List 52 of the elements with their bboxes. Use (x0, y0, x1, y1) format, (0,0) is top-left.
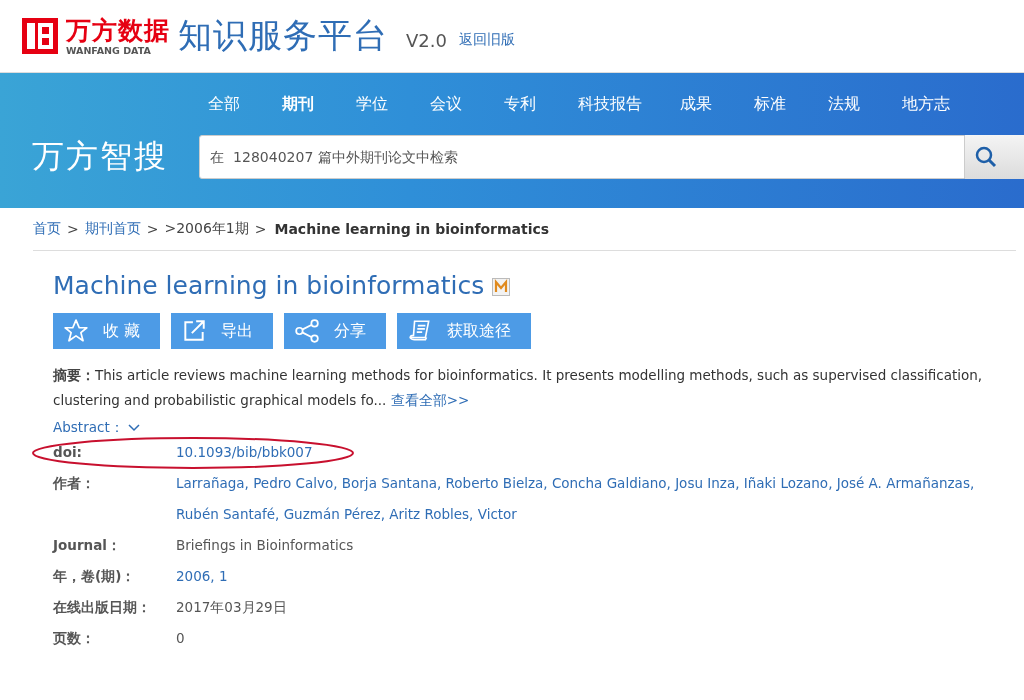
breadcrumb-current: Machine learning in bioinformatics (274, 221, 550, 237)
nav-tab[interactable]: 地方志 (902, 93, 950, 115)
version-label: V2.0 (406, 29, 447, 51)
platform-title: 知识服务平台 (178, 14, 388, 57)
breadcrumb-separator: > (254, 221, 267, 237)
field-label: Journal： (53, 536, 122, 555)
field-value: 2017年03月29日 (176, 598, 287, 617)
breadcrumb-separator: > (146, 221, 159, 237)
field-value: 0 (176, 629, 185, 648)
nav-tab[interactable]: 全部 (208, 93, 240, 115)
m-badge-icon (492, 278, 511, 296)
old-version-link[interactable]: 返回旧版 (458, 31, 515, 49)
field-link[interactable]: 2006, 1 (176, 561, 228, 592)
search-icon (974, 146, 997, 168)
field-link[interactable]: 10.1093/bib/bbk007 (176, 437, 313, 468)
view-all-link[interactable]: 查看全部>> (390, 392, 470, 408)
nav-tab[interactable]: 学位 (356, 93, 388, 115)
share-icon (294, 318, 321, 344)
abstract-text: 摘要：This article reviews machine learning methods for bioinformatics. It presents modelling methods, such as supervised classification, clustering and probabilistic graphical models fo... 查看全部>> (53, 366, 984, 410)
field-label: 作者： (53, 474, 96, 493)
action-button[interactable]: 收 藏 (53, 313, 161, 349)
action-button[interactable]: 导出 (171, 313, 274, 349)
field-label: 页数： (53, 629, 96, 648)
action-button[interactable]: 获取途径 (397, 313, 532, 349)
nav-tab[interactable]: 期刊 (282, 93, 314, 115)
search-field[interactable]: 在 128040207 篇中外期刊论文中检索 (199, 135, 965, 179)
export-icon (181, 318, 208, 344)
chevron-down-icon (127, 424, 140, 432)
breadcrumb-link[interactable]: 期刊首页 (84, 220, 141, 238)
breadcrumb-item: >2006年1期 (164, 220, 249, 238)
logo-subtitle: WANFANG DATA (66, 44, 152, 56)
logo-icon (22, 18, 58, 54)
action-button[interactable]: 分享 (284, 313, 387, 349)
abstract-toggle[interactable]: Abstract： (53, 419, 140, 437)
star-icon (63, 318, 89, 344)
logo-text: 万方数据 (66, 16, 170, 45)
nav-tab[interactable]: 标准 (754, 93, 786, 115)
field-label: doi: (53, 443, 83, 462)
breadcrumb-separator: > (67, 221, 79, 237)
field-link[interactable]: Larrañaga, Pedro Calvo, Borja Santana, Roberto Bielza, Concha Galdiano, Josu Inza, Iñaki Lozano, José A. Armañanzas, Rubén Santafé, Guzmán Pérez, Aritz Robles, Victor (176, 468, 1004, 530)
nav-tab[interactable]: 会议 (430, 93, 462, 115)
breadcrumb-link[interactable]: 首页 (33, 220, 61, 238)
nav-tab[interactable]: 科技报告 (578, 93, 642, 115)
nav-tab[interactable]: 专利 (504, 93, 536, 115)
article-title: Machine learning in bioinformatics (53, 270, 485, 300)
field-value: Briefings in Bioinformatics (176, 536, 354, 555)
search-button[interactable] (964, 135, 1024, 179)
search-brand: 万方智搜 (32, 136, 169, 177)
nav-tab[interactable]: 法规 (828, 93, 860, 115)
field-label: 年，卷(期)： (53, 567, 137, 586)
nav-tab[interactable]: 成果 (680, 93, 712, 115)
field-label: 在线出版日期： (53, 598, 152, 617)
